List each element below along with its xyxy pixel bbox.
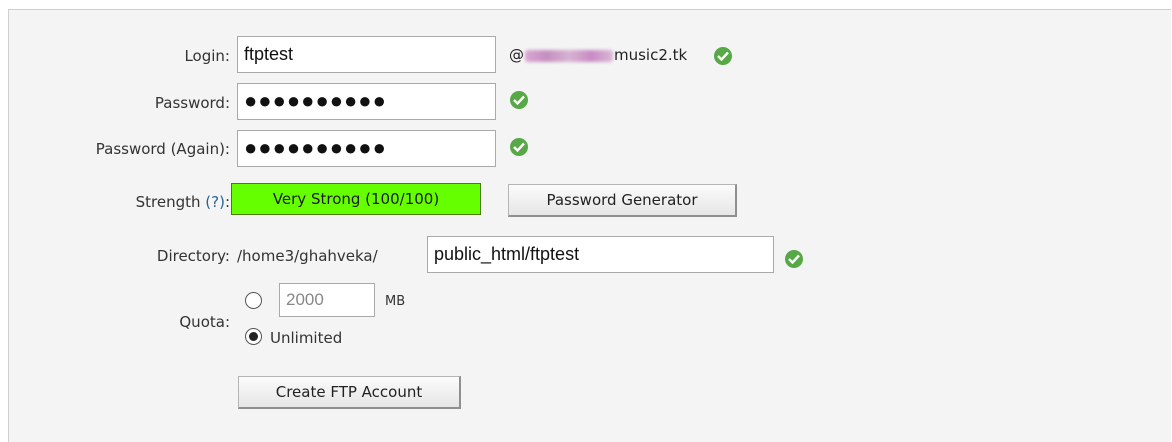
quota-unit: MB [385, 294, 406, 309]
password-input[interactable]: ●●●●●●●●●● [237, 83, 496, 120]
directory-valid-check-icon [785, 250, 803, 268]
create-ftp-account-button[interactable]: Create FTP Account [238, 376, 461, 409]
password-strength-meter: Very Strong (100/100) [231, 183, 481, 215]
quota-limit-input[interactable]: 2000 [279, 283, 375, 317]
directory-prefix: /home3/ghahveka/ [237, 247, 378, 265]
directory-input[interactable]: public_html/ftptest [427, 236, 774, 273]
login-valid-check-icon [714, 47, 732, 65]
password-label: Password: [154, 94, 230, 112]
quota-label: Quota: [179, 313, 230, 331]
strength-label: Strength (?): [136, 193, 230, 211]
redacted-domain [525, 49, 613, 62]
password-generator-button[interactable]: Password Generator [508, 184, 737, 217]
strength-label-text: Strength [135, 193, 201, 211]
password-again-valid-check-icon [510, 138, 528, 156]
strength-help-link[interactable]: (?) [205, 193, 225, 211]
login-domain-suffix: music2.tk [614, 46, 688, 64]
password-again-input[interactable]: ●●●●●●●●●● [237, 130, 496, 167]
directory-label: Directory: [156, 247, 230, 265]
login-label: Login: [184, 47, 230, 65]
login-domain-prefix: @ [509, 46, 524, 64]
ftp-account-form [8, 9, 1171, 442]
login-input[interactable]: ftptest [237, 36, 496, 73]
quota-unlimited-label[interactable]: Unlimited [270, 329, 342, 347]
login-domain: @ music2.tk [509, 46, 687, 64]
password-valid-check-icon [510, 91, 528, 109]
quota-limited-radio[interactable] [245, 292, 262, 309]
quota-unlimited-radio[interactable] [245, 328, 262, 345]
password-again-label: Password (Again): [95, 140, 230, 158]
strength-label-colon: : [224, 193, 230, 211]
